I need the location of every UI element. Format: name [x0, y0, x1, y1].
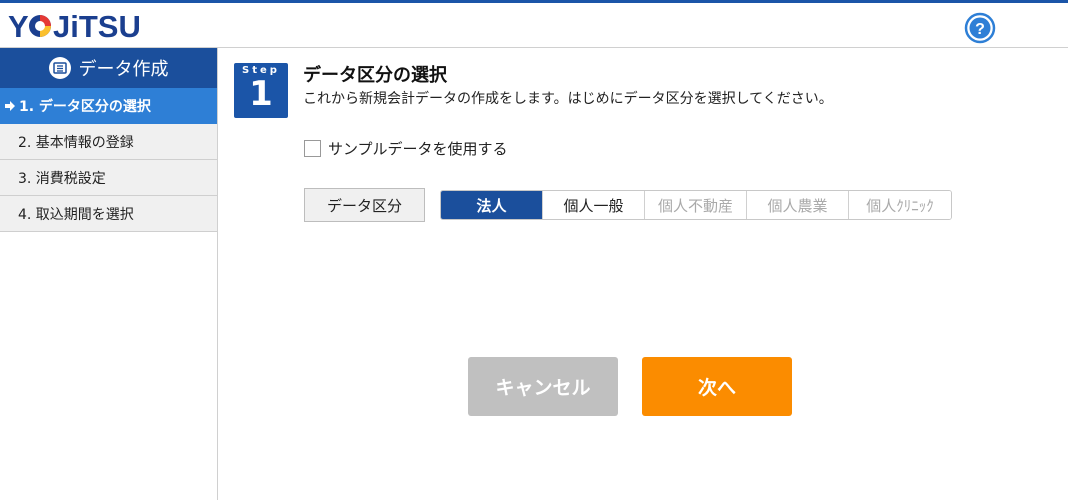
sidebar: データ作成 1. データ区分の選択 2. 基本情報の登録 3. 消費税設定 4.…: [0, 48, 218, 500]
sidebar-item-label: 3. 消費税設定: [18, 170, 106, 187]
cancel-button[interactable]: キャンセル: [468, 357, 618, 416]
sidebar-item-data-kubun[interactable]: 1. データ区分の選択: [0, 88, 217, 124]
sample-data-checkbox[interactable]: [304, 140, 321, 157]
list-icon: [48, 57, 71, 79]
kubun-option-individual-real-estate[interactable]: 個人不動産: [645, 191, 747, 219]
data-kubun-label: データ区分: [304, 188, 425, 222]
step-number: 1: [249, 74, 273, 114]
help-icon[interactable]: ?: [964, 12, 996, 44]
kubun-option-corporation[interactable]: 法人: [441, 191, 543, 219]
sidebar-title-label: データ作成: [78, 59, 169, 80]
kubun-option-individual-general[interactable]: 個人一般: [543, 191, 645, 219]
sidebar-item-basic-info[interactable]: 2. 基本情報の登録: [0, 124, 217, 160]
sample-data-label: サンプルデータを使用する: [328, 140, 508, 158]
step-badge: Step 1: [234, 63, 288, 118]
sidebar-title: データ作成: [0, 48, 217, 88]
svg-text:?: ?: [975, 21, 985, 38]
svg-text:Y: Y: [8, 9, 29, 43]
sidebar-item-tax-settings[interactable]: 3. 消費税設定: [0, 160, 217, 196]
kubun-option-individual-agriculture[interactable]: 個人農業: [747, 191, 849, 219]
page-description: これから新規会計データの作成をします。はじめにデータ区分を選択してください。: [303, 91, 833, 107]
kubun-option-individual-clinic[interactable]: 個人ｸﾘﾆｯｸ: [849, 191, 951, 219]
next-button[interactable]: 次へ: [642, 357, 792, 416]
sidebar-item-label: 1. データ区分の選択: [19, 98, 151, 115]
page-title: データ区分の選択: [303, 65, 447, 86]
sidebar-item-label: 2. 基本情報の登録: [18, 134, 134, 151]
sidebar-item-import-period[interactable]: 4. 取込期間を選択: [0, 196, 217, 232]
data-kubun-selector: 法人 個人一般 個人不動産 個人農業 個人ｸﾘﾆｯｸ: [440, 190, 952, 220]
yojitsu-logo: Y JiTSU: [8, 9, 141, 43]
svg-text:JiTSU: JiTSU: [53, 9, 141, 43]
sidebar-item-label: 4. 取込期間を選択: [18, 206, 134, 223]
header: Y JiTSU ?: [0, 3, 1068, 48]
arrow-right-icon: [5, 100, 15, 111]
sample-data-option[interactable]: サンプルデータを使用する: [304, 138, 508, 159]
